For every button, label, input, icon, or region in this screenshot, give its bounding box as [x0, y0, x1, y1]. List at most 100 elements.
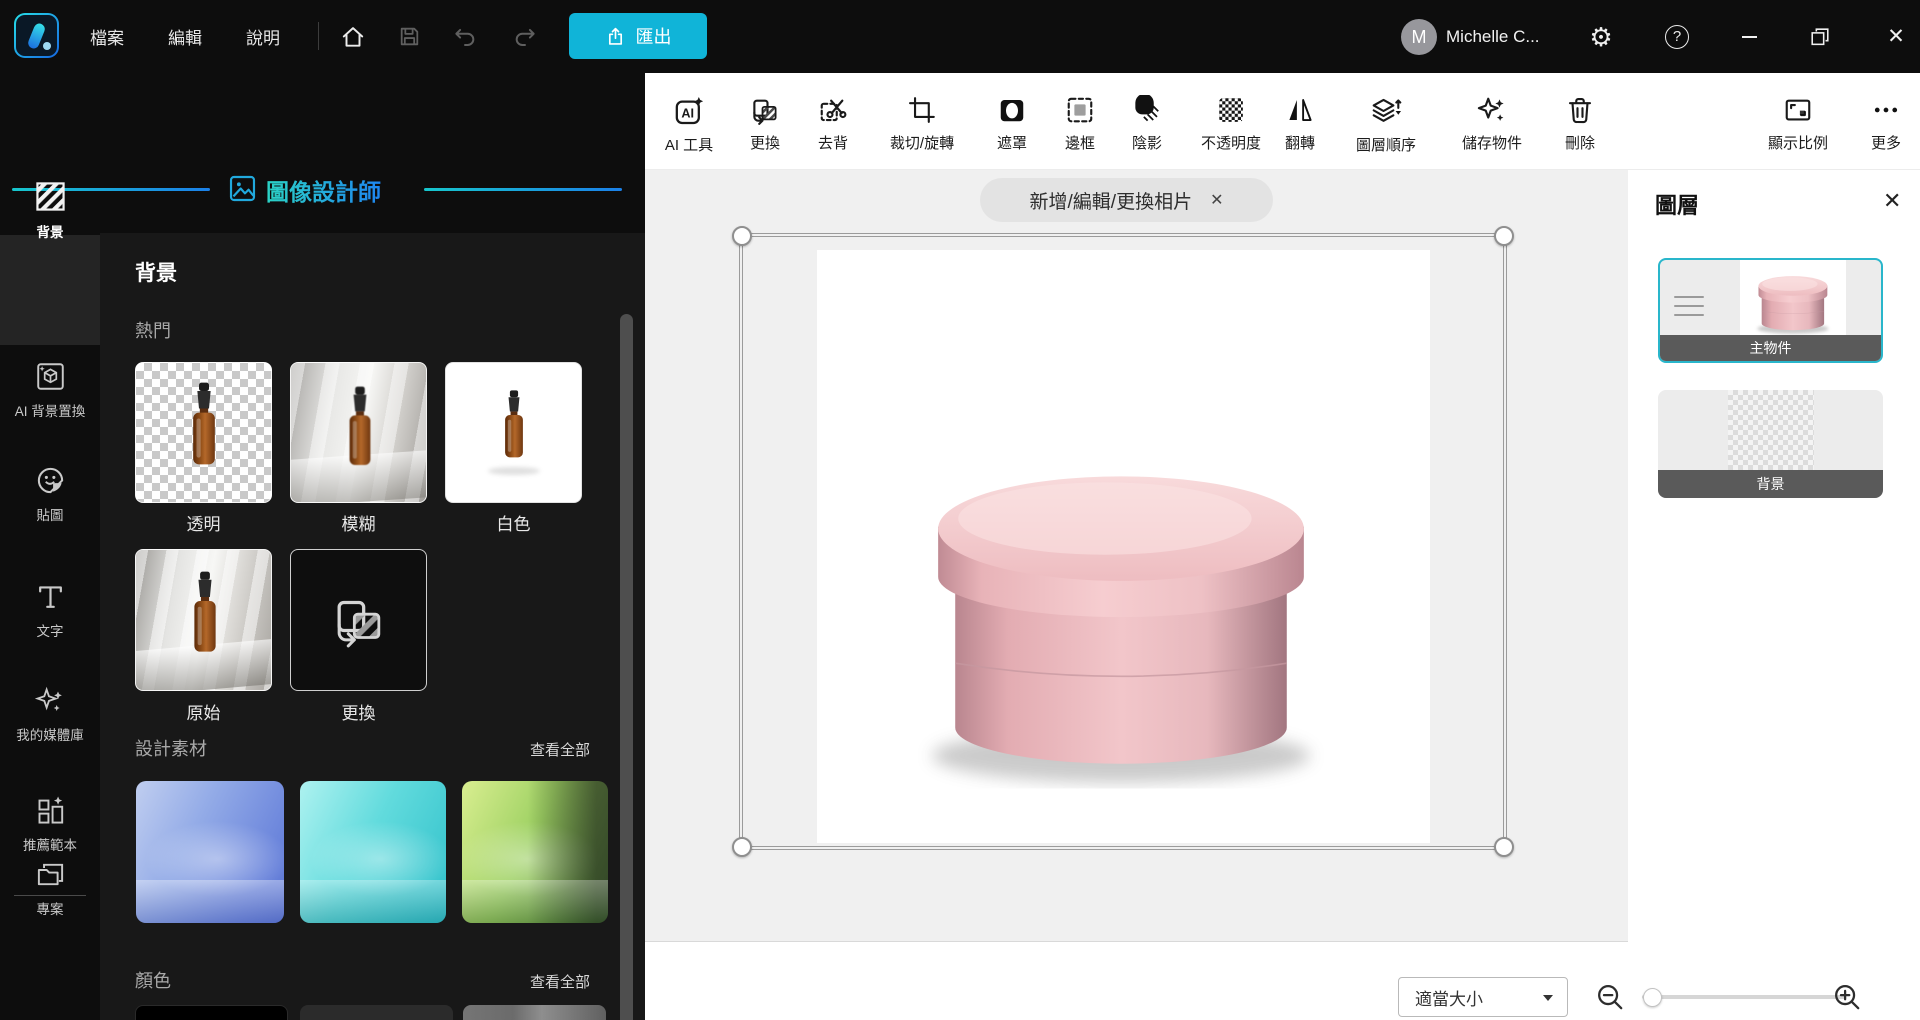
color-swatch-charcoal[interactable] — [300, 1005, 453, 1020]
opacity-icon — [1216, 95, 1246, 125]
tool-border[interactable]: 邊框 — [1065, 95, 1095, 153]
sidebar-item-label: 我的媒體庫 — [16, 724, 84, 744]
sidebar-item-background[interactable]: 背景 — [0, 180, 100, 241]
app-window: 檔案 編輯 說明 匯出 M Michelle C... ⚙ ? ✕ — [0, 0, 1920, 1020]
sidebar-item-label: 貼圖 — [37, 504, 64, 524]
layers-close-icon[interactable]: ✕ — [1883, 188, 1901, 214]
help-icon[interactable]: ? — [1660, 20, 1694, 54]
bg-option-label: 更換 — [290, 699, 427, 724]
layer-drag-handle-line — [1674, 314, 1704, 316]
bg-option-blur[interactable] — [290, 362, 427, 503]
tool-label: AI 工具 — [665, 134, 713, 155]
tool-replace[interactable]: 更換 — [750, 95, 780, 153]
canvas-area[interactable]: 新增/編輯/更換相片 ✕ — [645, 170, 1628, 941]
bg-option-white[interactable] — [445, 362, 582, 503]
tool-opacity[interactable]: 不透明度 — [1201, 95, 1261, 153]
avatar[interactable]: M — [1401, 19, 1437, 55]
sidebar-item-templates[interactable]: 推薦範本 — [0, 793, 100, 854]
tooltip-close-icon[interactable]: ✕ — [1210, 190, 1223, 210]
restore-button[interactable] — [1803, 20, 1837, 54]
left-column: 圖像設計師 背景 AI 背景置換 貼圖 — [0, 73, 645, 1020]
bottom-divider — [645, 941, 1628, 942]
zoom-slider-knob[interactable] — [1643, 988, 1662, 1007]
material-blue[interactable] — [136, 781, 284, 923]
materials-see-all-link[interactable]: 查看全部 — [530, 739, 590, 760]
menu-help[interactable]: 說明 — [246, 0, 280, 73]
tool-flip[interactable]: 翻轉 — [1285, 95, 1315, 153]
bg-option-original[interactable] — [135, 549, 272, 691]
tool-layer-order[interactable]: 圖層順序 — [1356, 95, 1416, 155]
app-logo[interactable] — [14, 13, 59, 58]
tool-label: 儲存物件 — [1462, 132, 1522, 153]
menu-file[interactable]: 檔案 — [90, 0, 124, 73]
colors-see-all-link[interactable]: 查看全部 — [530, 971, 590, 992]
tool-display-ratio[interactable]: 顯示比例 — [1768, 95, 1828, 153]
zoom-out-button[interactable] — [1595, 982, 1626, 1018]
svg-text:AI: AI — [682, 106, 695, 120]
export-button[interactable]: 匯出 — [569, 13, 707, 59]
undo-button[interactable] — [448, 20, 482, 54]
tool-crop-rotate[interactable]: 裁切/旋轉 — [890, 95, 954, 153]
header-line-right — [424, 188, 622, 191]
bg-option-transparent[interactable] — [135, 362, 272, 503]
panel-header-title: 圖像設計師 — [266, 173, 381, 207]
flip-icon — [1285, 95, 1315, 125]
selection-handle-top-right[interactable] — [1494, 226, 1514, 246]
menu-edit[interactable]: 編輯 — [168, 0, 202, 73]
sidebar-item-sticker[interactable]: 貼圖 — [0, 465, 100, 524]
minimize-button[interactable] — [1732, 20, 1766, 54]
selection-handle-bottom-right[interactable] — [1494, 837, 1514, 857]
materials-section-title: 設計素材 — [135, 735, 207, 761]
tool-shadow[interactable]: 陰影 — [1132, 95, 1162, 153]
save-button[interactable] — [392, 20, 426, 54]
color-swatch-gray[interactable] — [463, 1005, 606, 1020]
tool-save-object[interactable]: 儲存物件 — [1462, 95, 1522, 153]
zoom-fit-dropdown[interactable]: 適當大小 — [1398, 977, 1568, 1017]
sidebar-item-text[interactable]: 文字 — [0, 581, 100, 640]
home-button[interactable] — [336, 20, 370, 54]
tool-label: 刪除 — [1565, 132, 1595, 153]
more-dots-icon — [1871, 95, 1901, 125]
layer-item-background[interactable]: 背景 — [1658, 390, 1883, 498]
menu-divider — [318, 22, 319, 50]
save-object-icon — [1477, 95, 1507, 125]
zoom-slider-track[interactable] — [1642, 995, 1845, 999]
tool-label: 顯示比例 — [1768, 132, 1828, 153]
menu-help-label: 說明 — [246, 24, 280, 49]
sidebar-item-label: AI 背景置換 — [15, 400, 86, 420]
layer-item-main-object[interactable]: 主物件 — [1658, 258, 1883, 363]
ai-tools-icon: AI — [673, 95, 705, 127]
tool-label: 遮罩 — [997, 132, 1027, 153]
user-name[interactable]: Michelle C... — [1446, 0, 1540, 73]
selection-handle-bottom-left[interactable] — [732, 837, 752, 857]
floor — [462, 880, 608, 923]
tool-ai-tools[interactable]: AI AI 工具 — [665, 95, 713, 155]
selection-box[interactable] — [742, 236, 1504, 847]
selection-handle-top-left[interactable] — [732, 226, 752, 246]
tool-more[interactable]: 更多 — [1871, 95, 1901, 153]
panel-title: 背景 — [135, 257, 177, 287]
zoom-in-button[interactable] — [1832, 982, 1863, 1018]
bg-option-label: 原始 — [135, 699, 272, 724]
tool-remove-background[interactable]: 去背 — [818, 95, 848, 153]
sidebar-item-label: 專案 — [37, 898, 64, 918]
tool-delete[interactable]: 刪除 — [1565, 95, 1595, 153]
settings-gear-icon[interactable]: ⚙ — [1584, 20, 1618, 54]
tool-label: 不透明度 — [1201, 132, 1261, 153]
tool-mask[interactable]: 遮罩 — [997, 95, 1027, 153]
material-teal[interactable] — [300, 781, 446, 923]
close-button[interactable]: ✕ — [1879, 20, 1913, 54]
sidebar-item-media-library[interactable]: 我的媒體庫 — [0, 685, 100, 744]
material-green[interactable] — [462, 781, 608, 923]
menu-file-label: 檔案 — [90, 24, 124, 49]
display-ratio-icon — [1783, 95, 1813, 125]
redo-button[interactable] — [508, 20, 542, 54]
color-swatch-black[interactable] — [135, 1005, 288, 1020]
panel-scrollbar[interactable] — [620, 314, 633, 1020]
sidebar-item-projects[interactable]: 專案 — [0, 859, 100, 918]
layers-panel: 圖層 ✕ 主物件 背景 — [1628, 170, 1920, 1020]
trash-icon — [1565, 95, 1595, 125]
layer-drag-handle[interactable] — [1674, 296, 1704, 298]
bg-option-change[interactable] — [290, 549, 427, 691]
sidebar-item-ai-bg-replace[interactable]: AI 背景置換 — [0, 361, 100, 420]
